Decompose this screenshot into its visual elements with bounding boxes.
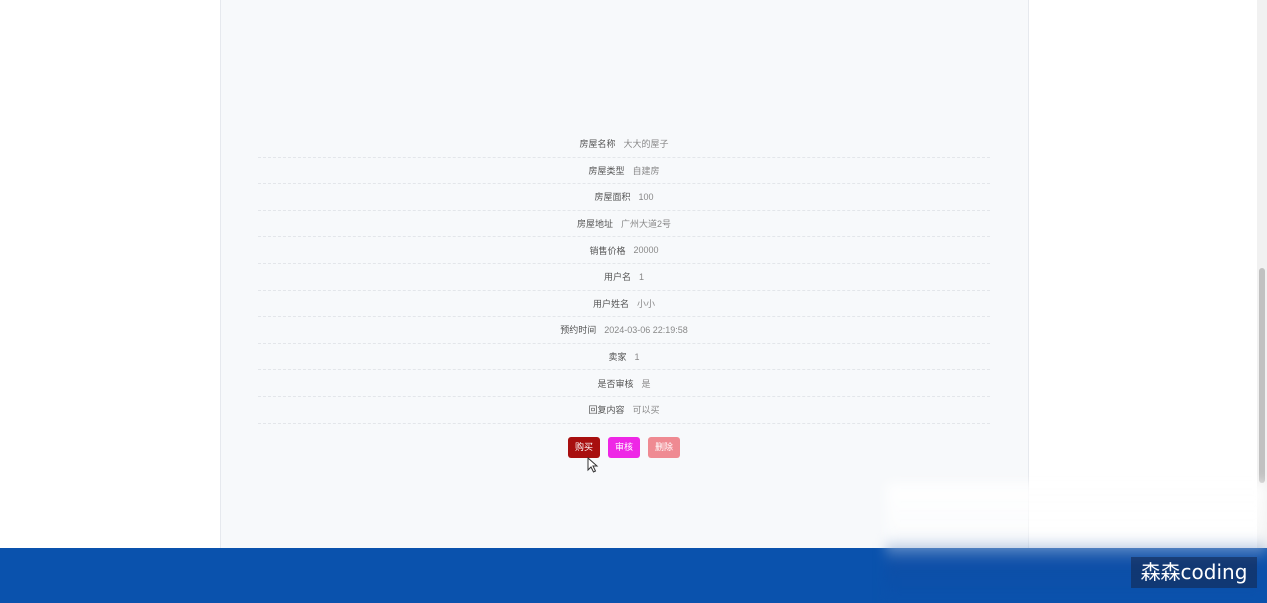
action-buttons: 购买 审核 删除 bbox=[568, 437, 681, 458]
vertical-scrollbar[interactable] bbox=[1257, 0, 1267, 548]
detail-value: 20000 bbox=[633, 245, 659, 256]
detail-label: 回复内容 bbox=[588, 405, 625, 416]
detail-label: 用户姓名 bbox=[592, 298, 629, 309]
watermark: 森森coding bbox=[1131, 557, 1257, 588]
delete-button[interactable]: 删除 bbox=[648, 437, 681, 458]
detail-row-user-fullname: 用户姓名 小小 bbox=[258, 291, 990, 318]
detail-row-booking-time: 预约时间 2024-03-06 22:19:58 bbox=[258, 317, 990, 344]
detail-row-seller: 卖家 1 bbox=[258, 344, 990, 371]
detail-label: 房屋面积 bbox=[594, 192, 631, 203]
detail-row-sale-price: 销售价格 20000 bbox=[258, 237, 990, 264]
audit-button[interactable]: 审核 bbox=[608, 437, 641, 458]
scrollbar-thumb[interactable] bbox=[1259, 268, 1265, 483]
detail-row-house-address: 房屋地址 广州大道2号 bbox=[258, 211, 990, 238]
detail-label: 房屋名称 bbox=[579, 139, 616, 150]
detail-value: 1 bbox=[634, 351, 640, 362]
detail-list: 房屋名称 大大的屋子 房屋类型 自建房 房屋面积 100 房屋地址 广州大道2号… bbox=[258, 131, 990, 424]
detail-label: 卖家 bbox=[608, 352, 627, 363]
detail-value: 1 bbox=[639, 271, 645, 282]
detail-label: 房屋地址 bbox=[576, 219, 613, 230]
detail-value: 100 bbox=[638, 191, 654, 202]
detail-value: 广州大道2号 bbox=[621, 219, 672, 230]
detail-label: 预约时间 bbox=[560, 325, 597, 336]
detail-value: 是 bbox=[641, 378, 651, 389]
detail-row-house-area: 房屋面积 100 bbox=[258, 184, 990, 211]
detail-value: 可以买 bbox=[632, 405, 660, 416]
detail-label: 销售价格 bbox=[589, 245, 626, 256]
detail-row-audited: 是否审核 是 bbox=[258, 370, 990, 397]
detail-row-house-type: 房屋类型 自建房 bbox=[258, 158, 990, 185]
buy-button[interactable]: 购买 bbox=[568, 437, 601, 458]
detail-row-reply: 回复内容 可以买 bbox=[258, 397, 990, 424]
arrow-cursor-icon bbox=[587, 457, 599, 473]
detail-label: 房屋类型 bbox=[588, 165, 625, 176]
detail-value: 小小 bbox=[637, 298, 656, 309]
detail-value: 大大的屋子 bbox=[623, 139, 669, 150]
detail-value: 2024-03-06 22:19:58 bbox=[604, 324, 688, 335]
detail-label: 是否审核 bbox=[597, 378, 634, 389]
detail-row-username: 用户名 1 bbox=[258, 264, 990, 291]
page: 房屋名称 大大的屋子 房屋类型 自建房 房屋面积 100 房屋地址 广州大道2号… bbox=[0, 0, 1267, 603]
detail-label: 用户名 bbox=[603, 272, 631, 283]
detail-row-house-name: 房屋名称 大大的屋子 bbox=[258, 131, 990, 158]
detail-value: 自建房 bbox=[632, 165, 660, 176]
